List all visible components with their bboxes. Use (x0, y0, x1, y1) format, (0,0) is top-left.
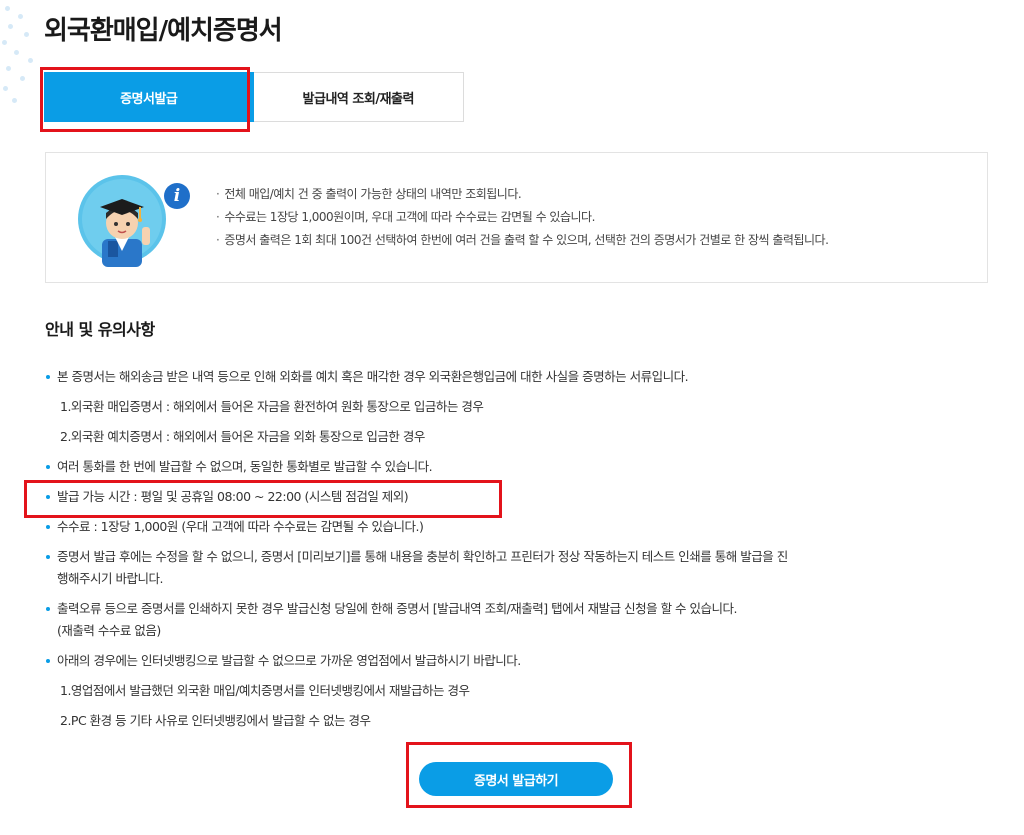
notice-item-continued: (재출력 수수료 없음) (57, 623, 161, 638)
notice-subitem: 1.영업점에서 발급했던 외국환 매입/예치증명서를 인터넷뱅킹에서 재발급하는… (60, 683, 470, 698)
issue-certificate-button[interactable]: 증명서 발급하기 (419, 762, 613, 796)
info-list: 전체 매입/예치 건 중 출력이 가능한 상태의 내역만 조회됩니다. 수수료는… (216, 183, 829, 252)
notice-item: 증명서 발급 후에는 수정을 할 수 없으니, 증명서 [미리보기]를 통해 내… (45, 546, 1005, 568)
info-item: 증명서 출력은 1회 최대 100건 선택하여 한번에 여러 건을 출력 할 수… (216, 229, 829, 252)
notice-item: 본 증명서는 해외송금 받은 내역 등으로 인해 외화를 예치 혹은 매각한 경… (45, 366, 1005, 388)
page-title: 외국환매입/예치증명서 (44, 16, 283, 46)
info-icon: i (164, 183, 190, 209)
notice-item: 아래의 경우에는 인터넷뱅킹으로 발급할 수 없으므로 가까운 영업점에서 발급… (45, 650, 1005, 672)
notice-item: 출력오류 등으로 증명서를 인쇄하지 못한 경우 발급신청 당일에 한해 증명서… (45, 598, 1005, 620)
tab-issue-history-reprint[interactable]: 발급내역 조회/재출력 (253, 72, 464, 122)
notice-subitem: 2.외국환 예치증명서 : 해외에서 들어온 자금을 외화 통장으로 입금한 경… (60, 429, 425, 444)
notice-subitem: 2.PC 환경 등 기타 사유로 인터넷뱅킹에서 발급할 수 없는 경우 (60, 713, 371, 728)
notice-item-continued: 행해주시기 바랍니다. (57, 571, 163, 586)
notice-item: 수수료 : 1장당 1,000원 (우대 고객에 따라 수수료는 감면될 수 있… (45, 516, 1005, 538)
notice-item: 여러 통화를 한 번에 발급할 수 없으며, 동일한 통화별로 발급할 수 있습… (45, 456, 1005, 478)
info-item: 수수료는 1장당 1,000원이며, 우대 고객에 따라 수수료는 감면될 수 … (216, 206, 828, 229)
notice-section-title: 안내 및 유의사항 (45, 320, 155, 339)
info-item: 전체 매입/예치 건 중 출력이 가능한 상태의 내역만 조회됩니다. (216, 183, 828, 206)
notice-item-issue-hours: 발급 가능 시간 : 평일 및 공휴일 08:00 ~ 22:00 (시스템 점… (45, 486, 1005, 508)
tab-certificate-issue[interactable]: 증명서발급 (44, 72, 254, 122)
tab-bar: 증명서발급 발급내역 조회/재출력 (44, 72, 464, 122)
notice-list: 본 증명서는 해외송금 받은 내역 등으로 인해 외화를 예치 혹은 매각한 경… (45, 366, 1005, 732)
notice-subitem: 1.외국환 매입증명서 : 해외에서 들어온 자금을 환전하여 원화 통장으로 … (60, 399, 484, 414)
info-box: i 전체 매입/예치 건 중 출력이 가능한 상태의 내역만 조회됩니다. 수수… (45, 152, 988, 283)
